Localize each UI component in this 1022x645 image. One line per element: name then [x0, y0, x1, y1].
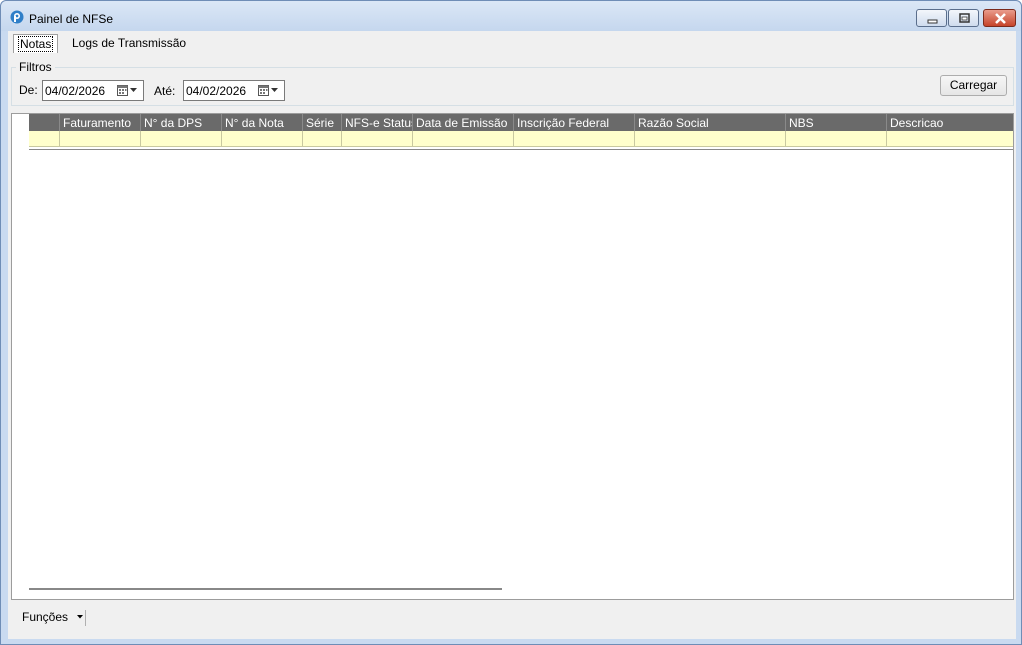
column-header-data-emissao[interactable]: Data de Emissão — [413, 114, 514, 131]
row-cell-razao-social[interactable] — [635, 131, 786, 147]
tab-notas-label: Notas — [18, 36, 54, 52]
row-cell-dps[interactable] — [141, 131, 222, 147]
column-header-inscricao[interactable]: Inscrição Federal — [514, 114, 635, 131]
restore-icon — [959, 13, 970, 23]
to-date-label: Até: — [154, 84, 176, 98]
column-header-nbs[interactable]: NBS — [786, 114, 887, 131]
chevron-down-icon[interactable] — [77, 615, 83, 619]
notes-grid[interactable]: Faturamento N° da DPS N° da Nota Série N… — [11, 113, 1014, 600]
functions-menu-button[interactable]: Funções — [22, 608, 68, 630]
tab-notas[interactable]: Notas — [13, 34, 59, 53]
from-date-picker[interactable]: 04/02/2026 — [42, 80, 144, 101]
column-header-serie[interactable]: Série — [303, 114, 342, 131]
row-divider — [29, 149, 1013, 150]
tab-logs-label: Logs de Transmissão — [72, 36, 187, 50]
horizontal-scrollbar[interactable] — [29, 588, 502, 590]
load-button[interactable]: Carregar — [940, 75, 1007, 96]
row-cell-inscricao[interactable] — [514, 131, 635, 147]
row-cell-descricao[interactable] — [887, 131, 1013, 147]
row-cell-nota[interactable] — [222, 131, 303, 147]
bottom-toolbar: Funções — [8, 607, 1016, 639]
calendar-dropdown-icon[interactable] — [258, 85, 282, 97]
to-date-picker[interactable]: 04/02/2026 — [183, 80, 285, 101]
row-cell-nbs[interactable] — [786, 131, 887, 147]
column-header-razao-social[interactable]: Razão Social — [635, 114, 786, 131]
title-bar[interactable]: Painel de NFSe — [1, 1, 1021, 31]
toolbar-separator — [85, 610, 86, 626]
tab-strip: Notas Logs de Transmissão — [8, 31, 1016, 55]
column-header-faturamento[interactable]: Faturamento — [60, 114, 141, 131]
close-button[interactable] — [983, 9, 1016, 27]
column-header-descricao[interactable]: Descricao — [887, 114, 1013, 131]
row-cell-faturamento[interactable] — [60, 131, 141, 147]
to-date-value: 04/02/2026 — [186, 84, 247, 98]
filters-legend: Filtros — [16, 60, 55, 74]
tab-page-notas: Filtros De: 04/02/2026 Até: 04/02/2026 C… — [8, 54, 1016, 607]
from-date-label: De: — [19, 83, 38, 97]
row-cell-status[interactable] — [342, 131, 413, 147]
app-logo-icon — [10, 10, 24, 24]
tab-logs-transmissao[interactable]: Logs de Transmissão — [68, 34, 190, 53]
client-area: Notas Logs de Transmissão Filtros De: 04… — [8, 31, 1016, 639]
column-header-status[interactable]: NFS-e Status — [342, 114, 413, 131]
column-header-nota[interactable]: N° da Nota — [222, 114, 303, 131]
minimize-icon — [927, 19, 938, 24]
row-cell-serie[interactable] — [303, 131, 342, 147]
column-header-indicator[interactable] — [29, 114, 60, 131]
from-date-value: 04/02/2026 — [45, 84, 106, 98]
app-window: Painel de NFSe Notas Logs de Transmissão… — [0, 0, 1022, 645]
table-row[interactable] — [29, 131, 1013, 147]
minimize-button[interactable] — [916, 9, 947, 27]
close-icon — [995, 13, 1006, 24]
window-title: Painel de NFSe — [29, 12, 114, 26]
maximize-button[interactable] — [948, 9, 979, 27]
calendar-dropdown-icon[interactable] — [117, 85, 141, 97]
column-header-dps[interactable]: N° da DPS — [141, 114, 222, 131]
grid-header: Faturamento N° da DPS N° da Nota Série N… — [29, 114, 1013, 131]
row-cell-data-emissao[interactable] — [413, 131, 514, 147]
row-cell-indicator[interactable] — [29, 131, 60, 147]
